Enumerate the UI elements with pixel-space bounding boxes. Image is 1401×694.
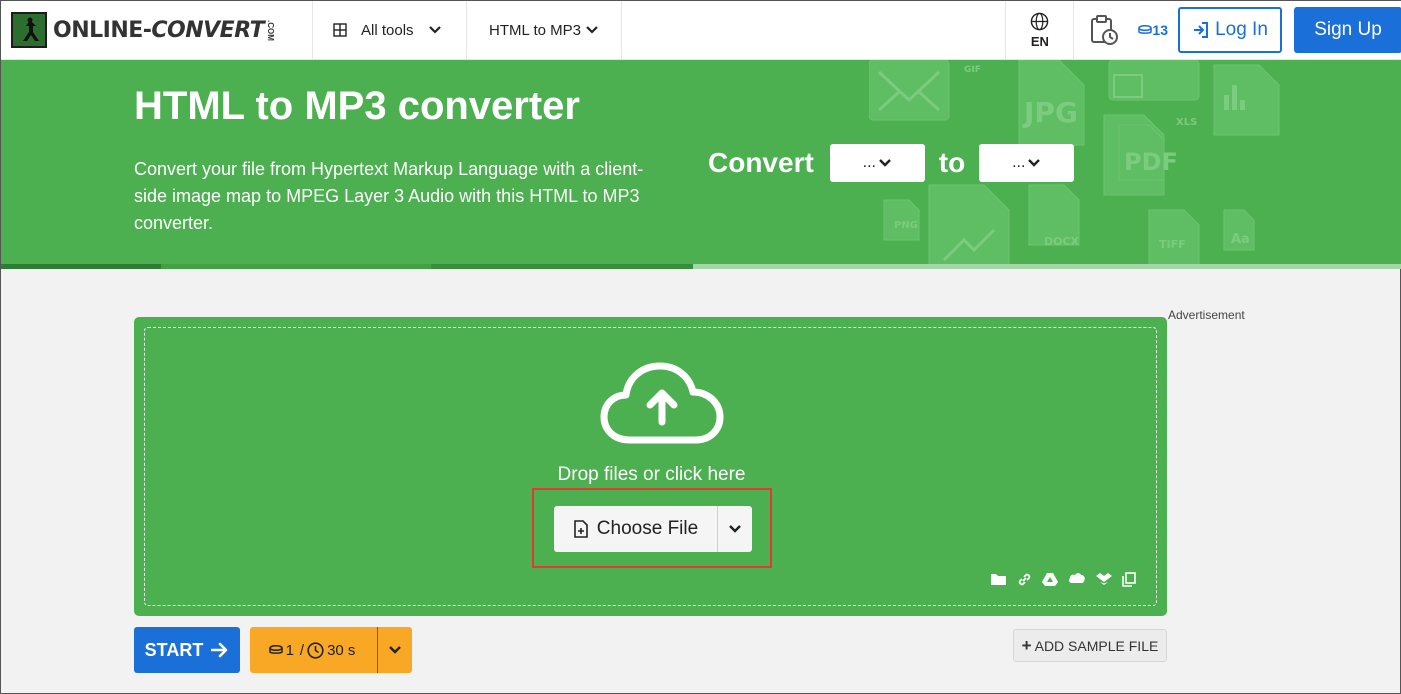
login-label: Log In xyxy=(1215,19,1268,40)
upload-source-icons xyxy=(990,572,1136,587)
advertisement-label: Advertisement xyxy=(1168,308,1245,322)
chevron-down-icon xyxy=(428,26,441,34)
source-format-value: ... xyxy=(862,154,876,171)
credits-counter[interactable]: 13 xyxy=(1134,1,1172,59)
add-sample-file-button[interactable]: + ADD SAMPLE FILE xyxy=(1013,629,1167,662)
logo-com: .COM xyxy=(266,19,276,41)
google-drive-icon[interactable] xyxy=(1042,572,1058,586)
chevron-down-icon xyxy=(879,159,891,167)
site-logo[interactable]: ONLINE-CONVERT .COM xyxy=(1,1,313,59)
dropzone-border: Drop files or click here Choose File xyxy=(144,327,1157,606)
logo-text: ONLINE-CONVERT xyxy=(53,17,265,43)
logo-mark-icon xyxy=(11,12,47,48)
cost-time: 30 s xyxy=(327,641,356,659)
chevron-down-icon xyxy=(586,26,598,34)
arrow-right-icon xyxy=(211,642,228,658)
link-icon[interactable] xyxy=(1017,572,1032,587)
chevron-down-icon xyxy=(1028,159,1041,167)
credits-count: 13 xyxy=(1152,22,1168,38)
globe-icon xyxy=(1031,12,1049,30)
cost-dropdown[interactable] xyxy=(378,627,412,673)
coin-stack-icon xyxy=(268,645,283,654)
clock-icon xyxy=(307,641,324,659)
svg-text:PNG: PNG xyxy=(894,220,918,231)
all-tools-menu[interactable]: All tools xyxy=(313,1,467,59)
login-button[interactable]: Log In xyxy=(1178,7,1282,53)
converter-menu[interactable]: HTML to MP3 xyxy=(467,1,622,59)
choose-file-dropdown[interactable] xyxy=(718,506,752,552)
folder-icon[interactable] xyxy=(990,572,1007,586)
grid-icon xyxy=(333,23,347,37)
svg-text:XLS: XLS xyxy=(1176,117,1197,128)
format-selector-row: Convert ... to ... xyxy=(708,144,1075,182)
svg-text:GIF: GIF xyxy=(964,65,981,75)
chevron-down-icon xyxy=(389,646,401,654)
svg-text:DOCX: DOCX xyxy=(1044,235,1080,248)
source-format-select[interactable]: ... xyxy=(829,144,925,182)
choose-file-highlight: Choose File xyxy=(532,488,772,568)
copy-icon[interactable] xyxy=(1122,572,1136,587)
cloud-upload-icon xyxy=(600,362,724,444)
dropbox-icon[interactable] xyxy=(1096,572,1112,586)
coin-stack-icon xyxy=(1138,25,1153,34)
add-sample-label: ADD SAMPLE FILE xyxy=(1034,637,1159,654)
start-button[interactable]: START xyxy=(134,627,240,673)
hero-banner: JPG PDF PNG DOCX TIFF Aa GIF XLS HTML to… xyxy=(1,60,1401,269)
upload-dropzone[interactable]: Drop files or click here Choose File xyxy=(134,317,1167,616)
onedrive-icon[interactable] xyxy=(1068,572,1086,584)
convert-label: Convert xyxy=(708,147,814,178)
drop-files-text: Drop files or click here xyxy=(557,464,746,485)
to-label: to xyxy=(938,147,966,178)
language-selector[interactable]: EN xyxy=(1006,1,1075,59)
file-add-icon xyxy=(573,519,588,538)
svg-text:Aa: Aa xyxy=(1231,232,1250,247)
top-header: ONLINE-CONVERT .COM All tools HTML to MP… xyxy=(1,1,1401,60)
header-spacer xyxy=(622,1,1007,59)
svg-text:PDF: PDF xyxy=(1124,148,1178,176)
clipboard-clock-icon xyxy=(1091,15,1119,45)
cost-credits: 1 xyxy=(285,641,294,659)
cost-separator: / xyxy=(299,641,305,659)
target-format-value: ... xyxy=(1012,154,1026,171)
signup-button[interactable]: Sign Up xyxy=(1294,7,1401,53)
history-button[interactable] xyxy=(1074,1,1134,59)
target-format-select[interactable]: ... xyxy=(979,144,1075,182)
all-tools-label: All tools xyxy=(361,21,414,39)
page-description: Convert your file from Hypertext Markup … xyxy=(134,159,644,233)
choose-file-label: Choose File xyxy=(596,518,699,539)
conversion-cost-button[interactable]: 1 / 30 s xyxy=(250,627,412,673)
language-label: EN xyxy=(1030,33,1049,49)
converter-menu-label: HTML to MP3 xyxy=(489,21,581,39)
svg-text:JPG: JPG xyxy=(1022,96,1078,129)
login-icon xyxy=(1194,22,1209,38)
chevron-down-icon xyxy=(729,525,741,533)
hero-divider xyxy=(1,264,1401,269)
choose-file-button[interactable]: Choose File xyxy=(554,506,718,552)
start-label: START xyxy=(144,639,204,660)
choose-file-button-group: Choose File xyxy=(554,506,752,552)
plus-icon: + xyxy=(1021,635,1032,655)
svg-text:TIFF: TIFF xyxy=(1159,238,1186,251)
page-title: HTML to MP3 converter xyxy=(134,84,580,128)
conversion-cost: 1 / 30 s xyxy=(250,627,378,673)
